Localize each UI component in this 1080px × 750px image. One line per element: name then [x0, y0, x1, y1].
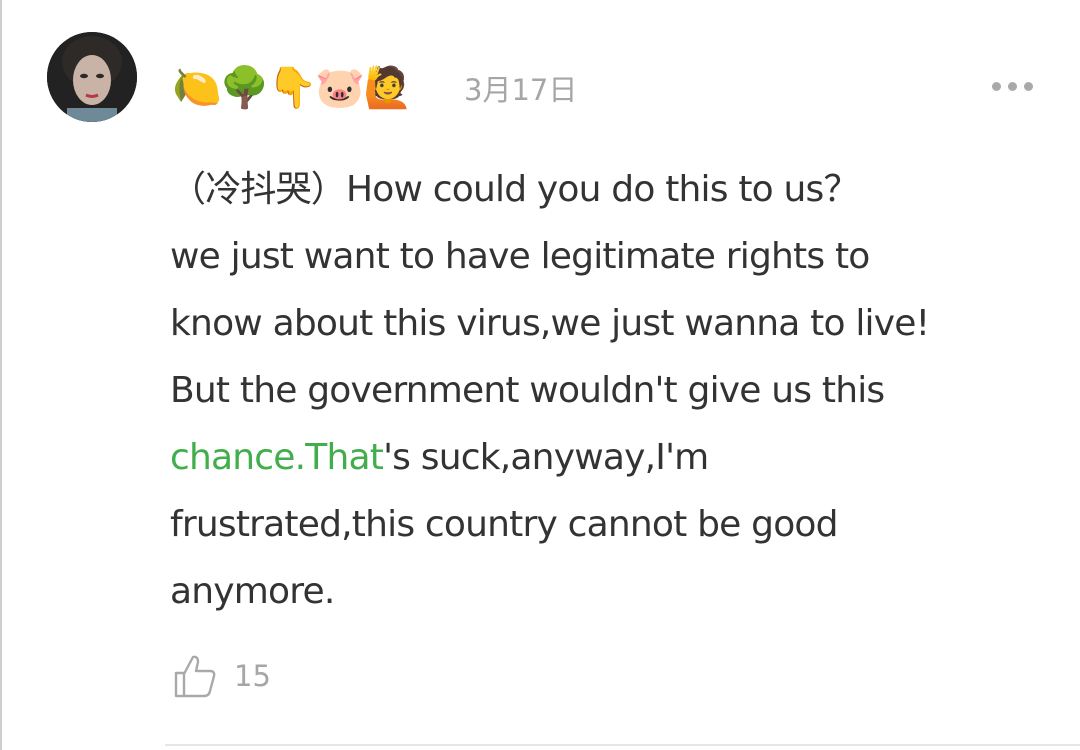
comment-link[interactable]: chance.That	[170, 437, 384, 478]
comment-line: we just want to have legitimate rights t…	[170, 236, 870, 277]
timestamp: 3月17日	[464, 73, 578, 107]
more-dots-icon	[1023, 81, 1033, 91]
comment-line: But the government wouldn't give us this	[170, 370, 885, 411]
comment-body: （冷抖哭）How could you do this to us？ we jus…	[170, 156, 1050, 625]
comment-line: anymore.	[170, 571, 335, 612]
more-dots-icon	[991, 81, 1001, 91]
more-options-button[interactable]	[984, 72, 1040, 100]
like-button[interactable]: 15	[172, 648, 271, 704]
avatar[interactable]	[47, 32, 137, 122]
comment-line: chance.That's suck,anyway,I'm	[170, 424, 1050, 491]
avatar-image	[47, 32, 137, 122]
thumbs-up-icon	[172, 653, 218, 699]
comment-line: frustrated,this country cannot be good	[170, 504, 839, 545]
like-count: 15	[234, 659, 271, 693]
left-edge-border	[0, 0, 2, 750]
comment-line: （冷抖哭）How could you do this to us？	[170, 169, 860, 210]
comment-line-rest: 's suck,anyway,I'm	[383, 437, 709, 478]
more-dots-icon	[1007, 81, 1017, 91]
username-emojis[interactable]: 🍋🌳👇🐷🙋	[172, 62, 413, 114]
divider	[165, 744, 1080, 746]
comment-line: know about this virus,we just wanna to l…	[170, 303, 930, 344]
